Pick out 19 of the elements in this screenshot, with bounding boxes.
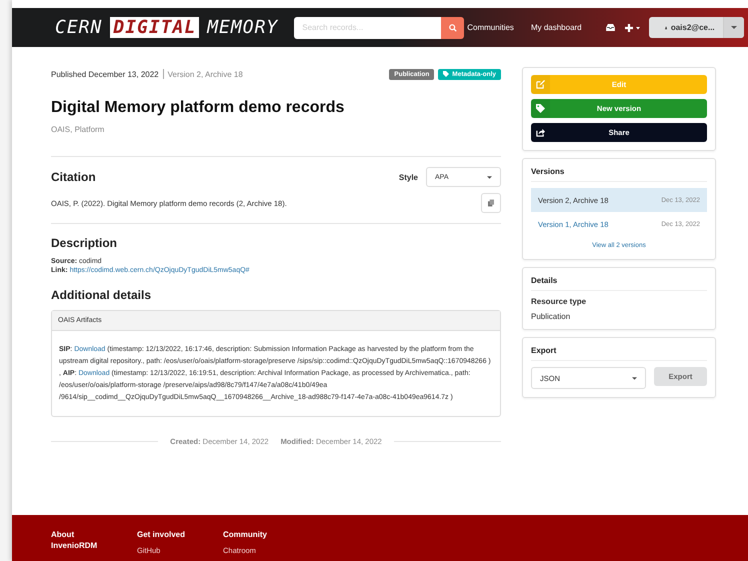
record-title: Digital Memory platform demo records [51, 99, 346, 117]
logo[interactable]: CERN DIGITAL MEMORY [55, 17, 278, 38]
detail-value: Publication [531, 312, 572, 321]
publication-date: Published December 13, 2022 [51, 70, 159, 78]
section-heading: Additional details [51, 288, 152, 302]
footer-heading: Community [223, 529, 268, 540]
card-heading: Export [531, 346, 707, 361]
subject-list: OAIS, Platform [51, 125, 501, 134]
detail-label: Resource type [531, 297, 588, 306]
card-heading: Versions [531, 167, 707, 182]
nav-link[interactable]: My dashboard [530, 23, 582, 32]
version-label: Version 2, Archive 18 [168, 70, 243, 78]
style-label: Style [398, 172, 418, 182]
section-heading: Description [51, 236, 118, 250]
footer-heading: Get involved [137, 529, 186, 540]
section-heading: Citation [51, 170, 96, 184]
nav-link[interactable]: Communities [467, 23, 514, 32]
card-heading: Details [531, 276, 707, 291]
footer-heading: About InvenioRDM [51, 529, 98, 551]
